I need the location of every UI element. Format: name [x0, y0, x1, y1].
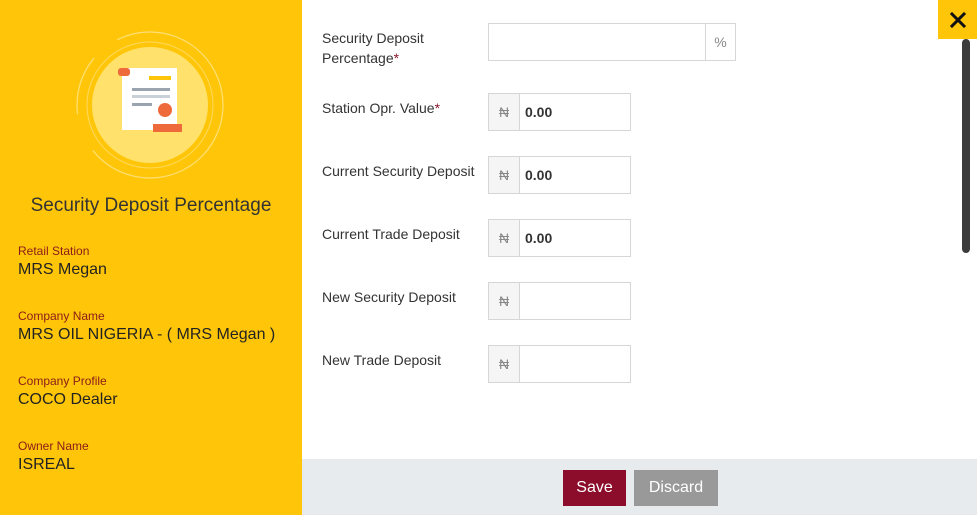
new-security-deposit-label: New Security Deposit [322, 289, 456, 305]
owner-name-info: Owner Name ISREAL [18, 439, 89, 474]
new-trade-deposit-label: New Trade Deposit [322, 352, 442, 368]
info-value: COCO Dealer [18, 391, 118, 408]
percent-addon: % [705, 24, 735, 60]
current-security-deposit-label: Current Security Deposit [322, 163, 475, 179]
naira-icon: ₦ [489, 94, 520, 130]
discard-button[interactable]: Discard [634, 470, 718, 506]
required-mark: * [393, 50, 400, 66]
info-value: ISREAL [18, 456, 75, 473]
info-label: Company Profile [18, 374, 107, 388]
label-line: Security Deposit [322, 30, 424, 46]
scrollbar-thumb[interactable] [962, 39, 970, 253]
info-label: Owner Name [18, 439, 89, 453]
security-deposit-percentage-label: Security Deposit Percentage* [322, 28, 424, 68]
security-deposit-percentage-field: % [488, 23, 736, 61]
info-label: Company Name [18, 309, 105, 323]
close-icon [949, 11, 966, 28]
retail-station-info: Retail Station MRS Megan [18, 244, 107, 279]
info-label: Retail Station [18, 244, 90, 258]
new-security-deposit-input[interactable] [520, 283, 630, 319]
station-opr-value-input[interactable] [520, 94, 630, 130]
info-panel: Security Deposit Percentage Retail Stati… [0, 0, 302, 515]
station-opr-value-field: ₦ [488, 93, 631, 131]
naira-icon: ₦ [489, 346, 520, 382]
close-button[interactable] [938, 0, 977, 39]
naira-icon: ₦ [489, 283, 520, 319]
current-security-deposit-field: ₦ [488, 156, 631, 194]
current-security-deposit-input[interactable] [520, 157, 630, 193]
company-profile-info: Company Profile COCO Dealer [18, 374, 118, 409]
label-line: Percentage [322, 50, 394, 66]
required-mark: * [434, 100, 441, 116]
current-trade-deposit-field: ₦ [488, 219, 631, 257]
new-trade-deposit-field: ₦ [488, 345, 631, 383]
station-opr-value-label: Station Opr. Value* [322, 98, 440, 118]
certificate-scroll-icon [76, 31, 224, 179]
info-value: MRS OIL NIGERIA - ( MRS Megan ) [18, 326, 276, 343]
current-trade-deposit-label: Current Trade Deposit [322, 226, 460, 242]
security-deposit-percentage-input[interactable] [489, 24, 705, 60]
new-trade-deposit-input[interactable] [520, 346, 630, 382]
naira-icon: ₦ [489, 220, 520, 256]
naira-icon: ₦ [489, 157, 520, 193]
new-security-deposit-field: ₦ [488, 282, 631, 320]
panel-title: Security Deposit Percentage [30, 195, 272, 216]
current-trade-deposit-input[interactable] [520, 220, 630, 256]
save-button[interactable]: Save [563, 470, 626, 506]
company-name-info: Company Name MRS OIL NIGERIA - ( MRS Meg… [18, 309, 275, 344]
label-text: Station Opr. Value [322, 100, 435, 116]
info-value: MRS Megan [18, 261, 107, 278]
